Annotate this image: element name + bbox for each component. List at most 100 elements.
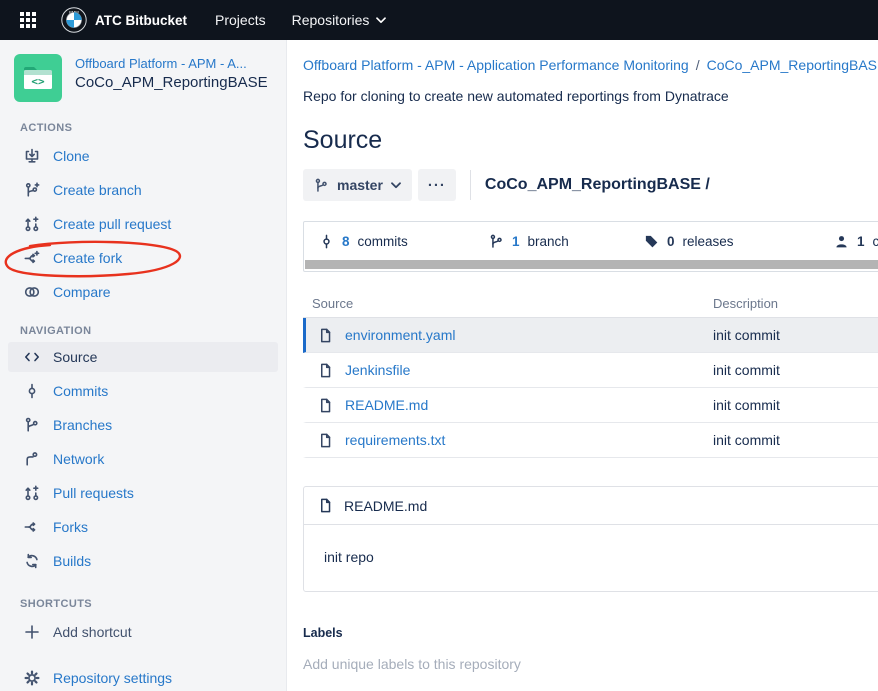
- stat-branches[interactable]: 1 branch: [489, 234, 644, 249]
- tag-icon: [644, 234, 659, 249]
- branch-toolbar: master ··· CoCo_APM_ReportingBASE /: [303, 169, 878, 201]
- add-shortcut-button[interactable]: Add shortcut: [0, 615, 286, 649]
- page-title: Source: [303, 126, 878, 155]
- sidebar-item-branches[interactable]: Branches: [0, 408, 286, 442]
- breadcrumb-project-link[interactable]: Offboard Platform - APM - Application Pe…: [303, 57, 689, 73]
- file-link[interactable]: environment.yaml: [345, 327, 456, 343]
- repo-folder-code-icon: <>: [23, 65, 53, 91]
- labels-section: Labels Add unique labels to this reposit…: [303, 626, 878, 672]
- stat-releases[interactable]: 0 releases: [644, 234, 834, 249]
- stat-value: 1: [857, 234, 865, 249]
- repository-settings-button[interactable]: Repository settings: [0, 661, 286, 691]
- sidebar-item-source[interactable]: Source: [8, 342, 278, 372]
- builds-icon: [24, 553, 40, 569]
- sidebar-item-label: Create pull request: [53, 216, 171, 232]
- source-icon: [24, 349, 40, 365]
- sidebar-item-clone[interactable]: Clone: [0, 139, 286, 173]
- commits-icon: [24, 383, 40, 399]
- stat-value: 8: [342, 234, 350, 249]
- sidebar-item-label: Pull requests: [53, 485, 134, 501]
- branch-icon: [489, 234, 504, 249]
- forks-icon: [24, 519, 40, 535]
- sidebar-project-link[interactable]: Offboard Platform - APM - A...: [75, 56, 268, 71]
- branch-selector-button[interactable]: master: [303, 169, 412, 201]
- file-icon: [318, 328, 333, 343]
- labels-placeholder[interactable]: Add unique labels to this repository: [303, 656, 878, 672]
- file-link[interactable]: Jenkinsfile: [345, 362, 410, 378]
- chevron-down-icon: [376, 17, 386, 24]
- description-column-header: Description: [713, 296, 778, 311]
- file-link[interactable]: README.md: [345, 397, 428, 413]
- commit-message: init commit: [713, 327, 780, 343]
- create-fork-icon: [24, 250, 40, 266]
- file-table-header: Source Description: [303, 290, 878, 318]
- compare-icon: [24, 284, 40, 300]
- svg-text:<>: <>: [31, 75, 45, 88]
- sidebar-item-builds[interactable]: Builds: [0, 544, 286, 578]
- file-icon: [318, 398, 333, 413]
- navigation-section-label: NAVIGATION: [20, 325, 286, 337]
- topnav-projects[interactable]: Projects: [215, 12, 266, 28]
- breadcrumb-separator: /: [696, 57, 700, 73]
- file-link[interactable]: requirements.txt: [345, 432, 445, 448]
- commit-message: init commit: [713, 432, 780, 448]
- sidebar-item-commits[interactable]: Commits: [0, 374, 286, 408]
- stat-commits[interactable]: 8 commits: [319, 234, 489, 249]
- file-icon: [318, 433, 333, 448]
- readme-header: README.md: [304, 487, 878, 525]
- table-row[interactable]: environment.yaml init commit: [303, 318, 878, 353]
- sidebar-item-label: Commits: [53, 383, 108, 399]
- repository-settings-label: Repository settings: [53, 670, 172, 686]
- stat-label: branch: [528, 234, 569, 249]
- sidebar-item-pull-requests[interactable]: Pull requests: [0, 476, 286, 510]
- sidebar-item-create-branch[interactable]: Create branch: [0, 173, 286, 207]
- breadcrumb: Offboard Platform - APM - Application Pe…: [303, 57, 878, 73]
- sidebar-item-label: Network: [53, 451, 104, 467]
- plus-icon: [24, 624, 40, 640]
- stat-contributors[interactable]: 1 contributor: [834, 234, 878, 249]
- sidebar-item-label: Builds: [53, 553, 91, 569]
- sidebar-item-network[interactable]: Network: [0, 442, 286, 476]
- sidebar-item-compare[interactable]: Compare: [0, 275, 286, 309]
- breadcrumb-repo-link[interactable]: CoCo_APM_ReportingBASE: [707, 57, 878, 73]
- repo-path-label: CoCo_APM_ReportingBASE /: [485, 176, 710, 194]
- sidebar-item-create-fork[interactable]: Create fork: [0, 241, 286, 275]
- table-row[interactable]: requirements.txt init commit: [303, 423, 878, 458]
- sidebar-item-label: Source: [53, 349, 97, 365]
- stats-horizontal-scrollbar: [304, 260, 878, 271]
- clone-icon: [24, 148, 40, 164]
- scrollbar-thumb[interactable]: [305, 260, 878, 269]
- table-row[interactable]: README.md init commit: [303, 388, 878, 423]
- source-column-header: Source: [303, 296, 713, 311]
- create-branch-icon: [24, 182, 40, 198]
- network-icon: [24, 451, 40, 467]
- actions-section-label: ACTIONS: [20, 122, 286, 134]
- gear-icon: [24, 670, 40, 686]
- pull-requests-icon: [24, 485, 40, 501]
- sidebar-item-label: Compare: [53, 284, 111, 300]
- sidebar-item-label: Clone: [53, 148, 90, 164]
- table-row[interactable]: Jenkinsfile init commit: [303, 353, 878, 388]
- repository-stats-bar: 8 commits 1 branch 0 releases 1 contribu…: [303, 221, 878, 272]
- commits-icon: [319, 234, 334, 249]
- stat-value: 0: [667, 234, 675, 249]
- labels-title: Labels: [303, 626, 878, 640]
- sidebar-item-forks[interactable]: Forks: [0, 510, 286, 544]
- commit-message: init commit: [713, 362, 780, 378]
- sidebar-item-label: Branches: [53, 417, 112, 433]
- repository-avatar[interactable]: <>: [14, 54, 62, 102]
- bmw-logo-icon: BMW: [61, 7, 87, 33]
- topnav-repositories[interactable]: Repositories: [292, 12, 387, 28]
- more-actions-button[interactable]: ···: [418, 169, 456, 201]
- branch-selector-value: master: [337, 177, 383, 193]
- chevron-down-icon: [391, 182, 401, 189]
- add-shortcut-label: Add shortcut: [53, 624, 132, 640]
- sidebar-item-label: Forks: [53, 519, 88, 535]
- sidebar-item-create-pull-request[interactable]: Create pull request: [0, 207, 286, 241]
- bitbucket-home-link[interactable]: BMW ATC Bitbucket: [61, 7, 187, 33]
- create-pull-request-icon: [24, 216, 40, 232]
- app-switcher-icon[interactable]: [20, 12, 37, 29]
- stat-label: releases: [683, 234, 734, 249]
- app-title: ATC Bitbucket: [95, 13, 187, 28]
- repository-description: Repo for cloning to create new automated…: [303, 88, 878, 104]
